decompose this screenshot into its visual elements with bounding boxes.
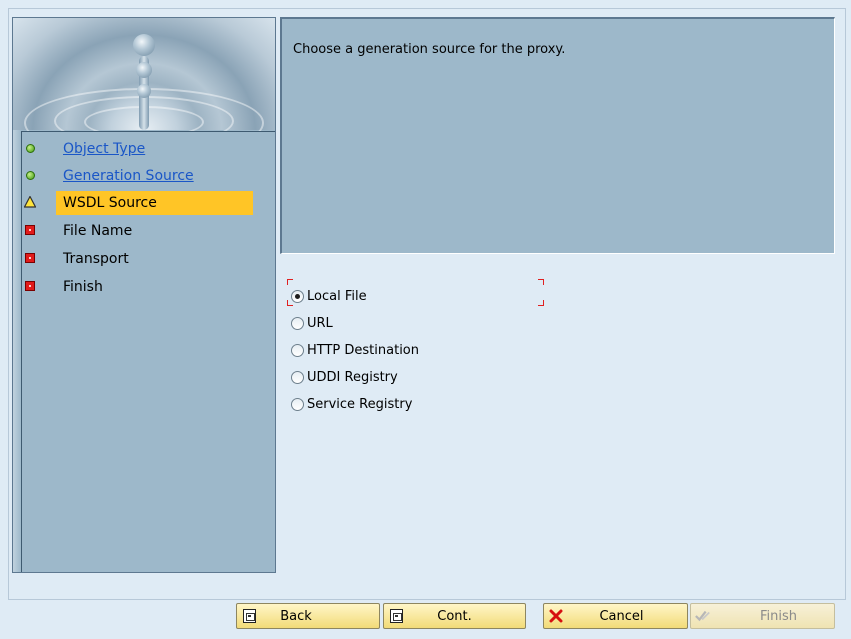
step-label: WSDL Source — [63, 195, 157, 211]
step-list: Object Type Generation Source WSDL Sourc… — [21, 131, 275, 572]
radio-button[interactable] — [291, 343, 304, 357]
step-file-name: File Name — [22, 219, 254, 243]
option-label[interactable]: Local File — [307, 289, 367, 304]
panel-edge — [13, 130, 21, 572]
red-status-icon — [24, 252, 36, 264]
back-button[interactable]: Back — [236, 603, 380, 629]
radio-button[interactable] — [291, 370, 304, 384]
finish-button: Finish — [690, 603, 835, 629]
step-wsdl-source: WSDL Source — [24, 191, 253, 215]
step-navigation-panel: Object Type Generation Source WSDL Sourc… — [12, 17, 276, 573]
wizard-banner-image — [13, 18, 275, 158]
option-local-file[interactable]: Local File — [291, 286, 367, 306]
green-status-icon — [24, 142, 36, 154]
radio-button[interactable] — [291, 397, 304, 411]
option-label[interactable]: URL — [307, 316, 333, 331]
step-label[interactable]: Generation Source — [63, 168, 194, 184]
option-service-registry[interactable]: Service Registry — [291, 394, 412, 414]
cancel-button[interactable]: Cancel — [543, 603, 688, 629]
step-finish: Finish — [22, 275, 254, 299]
continue-button[interactable]: Cont. — [383, 603, 526, 629]
step-label: Transport — [63, 251, 129, 267]
green-status-icon — [24, 169, 36, 181]
step-generation-source[interactable]: Generation Source — [22, 164, 254, 188]
option-label[interactable]: Service Registry — [307, 397, 412, 412]
warning-icon — [24, 196, 36, 208]
option-uddi-registry[interactable]: UDDI Registry — [291, 367, 398, 387]
step-label: Finish — [63, 279, 103, 295]
red-status-icon — [24, 280, 36, 292]
step-description: Choose a generation source for the proxy… — [293, 42, 566, 57]
option-label[interactable]: HTTP Destination — [307, 343, 419, 358]
radio-button[interactable] — [291, 316, 304, 330]
step-transport: Transport — [22, 247, 254, 271]
option-http-destination[interactable]: HTTP Destination — [291, 340, 419, 360]
focus-indicator — [538, 300, 544, 306]
option-url[interactable]: URL — [291, 313, 333, 333]
option-label[interactable]: UDDI Registry — [307, 370, 398, 385]
step-object-type[interactable]: Object Type — [22, 137, 254, 161]
description-panel: Choose a generation source for the proxy… — [280, 17, 835, 254]
step-label: File Name — [63, 223, 133, 239]
focus-indicator — [538, 279, 544, 285]
radio-button[interactable] — [291, 289, 304, 303]
focus-indicator — [287, 279, 293, 285]
red-status-icon — [24, 224, 36, 236]
step-label[interactable]: Object Type — [63, 141, 145, 157]
